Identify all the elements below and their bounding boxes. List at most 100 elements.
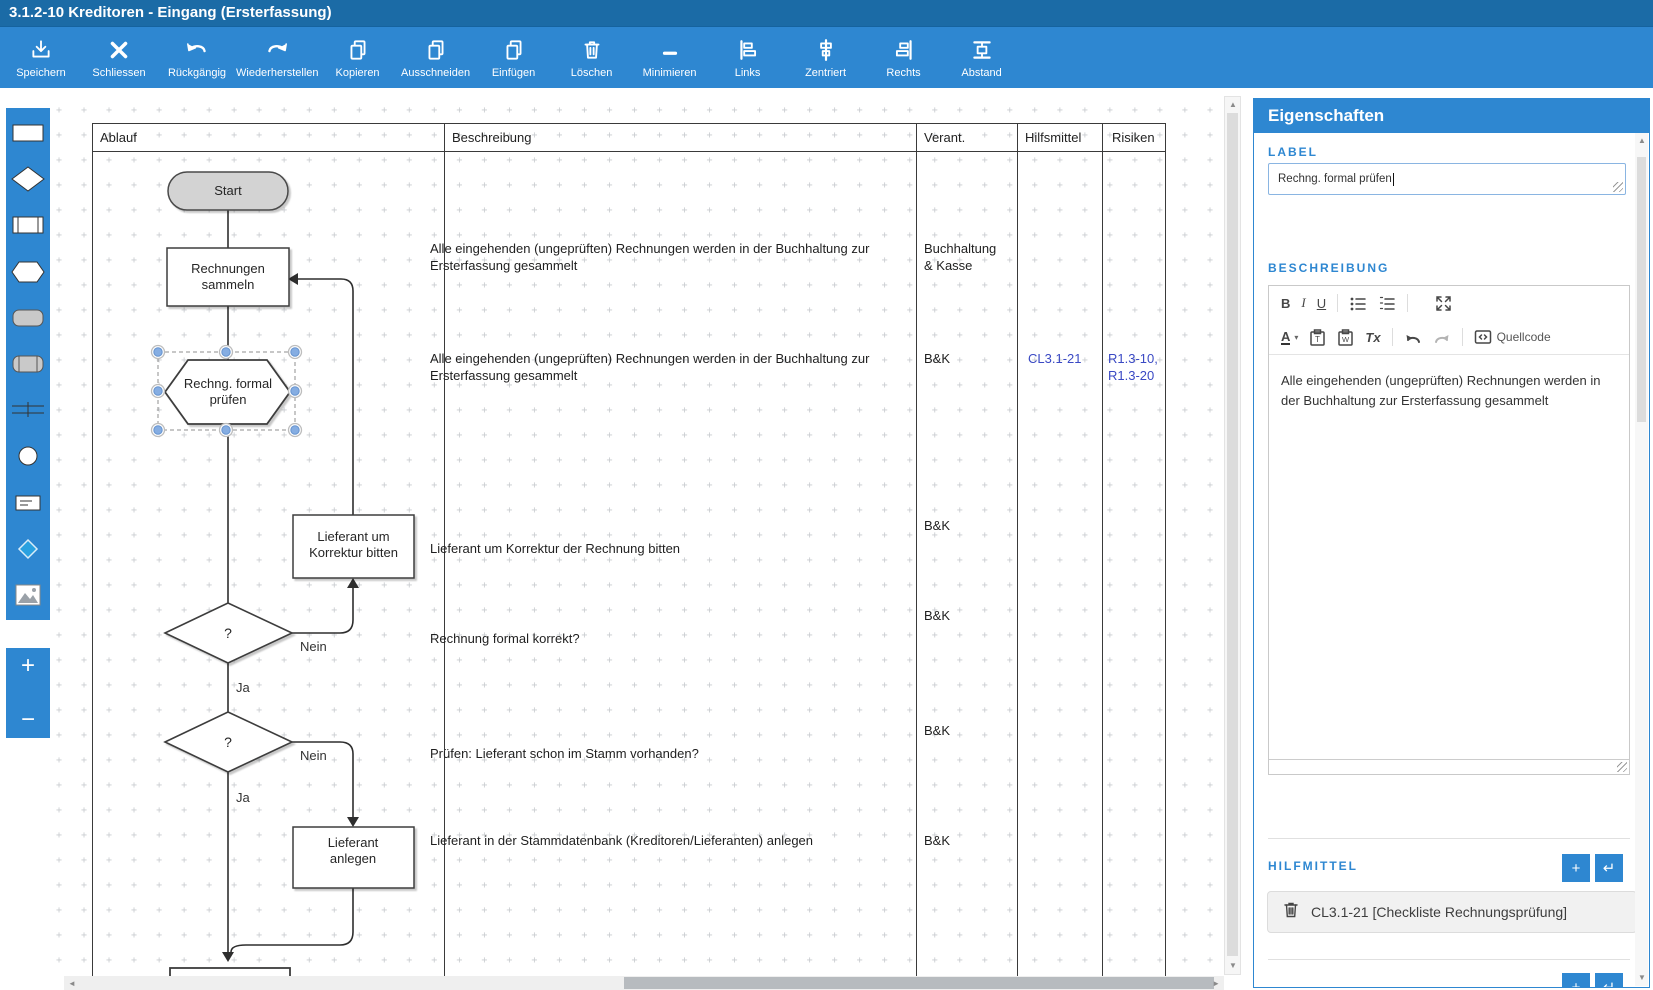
correct-node-label: Lieferant um Korrektur bitten bbox=[296, 529, 411, 561]
save-button[interactable]: Speichern bbox=[2, 30, 80, 86]
connector-nein-1[interactable] bbox=[292, 587, 353, 633]
paste-icon bbox=[502, 36, 526, 64]
underline-button[interactable]: U bbox=[1317, 296, 1326, 311]
scroll-right-icon[interactable]: ► bbox=[1212, 979, 1220, 989]
edge-label-nein-1: Nein bbox=[300, 639, 327, 654]
remove-format-button[interactable]: Tx bbox=[1365, 330, 1380, 345]
hilfsmittel-item[interactable]: CL3.1-21 [Checkliste Rechnungsprüfung] bbox=[1267, 891, 1637, 933]
next-section-assign-button[interactable]: ↵ bbox=[1595, 973, 1623, 988]
window-title: 3.1.2-10 Kreditoren - Eingang (Ersterfas… bbox=[0, 0, 1653, 26]
label-section-heading: LABEL bbox=[1268, 145, 1318, 159]
circle-tool-icon[interactable] bbox=[9, 441, 47, 471]
check-node-label: Rechng. formal prüfen bbox=[172, 376, 284, 408]
section-divider bbox=[1268, 838, 1630, 839]
hilfsmittel-add-button[interactable]: + bbox=[1562, 854, 1590, 882]
zoom-controls: + − bbox=[6, 648, 50, 738]
redo-button[interactable]: Wiederherstellen bbox=[236, 30, 319, 86]
scroll-up-icon[interactable]: ▲ bbox=[1638, 136, 1646, 146]
vertical-scrollbar-thumb[interactable] bbox=[1227, 113, 1238, 956]
copy-button[interactable]: Kopieren bbox=[319, 30, 397, 86]
parallel-lines-tool-icon[interactable] bbox=[9, 395, 47, 425]
align-right-button[interactable]: Rechts bbox=[865, 30, 943, 86]
numbered-list-icon[interactable] bbox=[1378, 295, 1396, 311]
label-input[interactable]: Rechng. formal prüfen bbox=[1268, 163, 1626, 195]
risiken-link[interactable]: R1.3-10, R1.3-20 bbox=[1108, 350, 1164, 384]
scroll-left-icon[interactable]: ◄ bbox=[68, 979, 76, 989]
color-dropdown-icon[interactable]: ▾ bbox=[1294, 333, 1298, 342]
rounded-predefined-tool-icon[interactable] bbox=[9, 349, 47, 379]
bullet-list-icon[interactable] bbox=[1349, 295, 1367, 311]
diamond-tool-icon[interactable] bbox=[9, 164, 47, 194]
zoom-in-button[interactable]: + bbox=[21, 654, 35, 678]
description-section-heading: BESCHREIBUNG bbox=[1268, 261, 1389, 275]
align-center-button[interactable]: Zentriert bbox=[787, 30, 865, 86]
image-tool-icon[interactable] bbox=[9, 580, 47, 610]
shape-palette bbox=[6, 108, 50, 620]
delete-button[interactable]: Löschen bbox=[553, 30, 631, 86]
hilfsmittel-assign-button[interactable]: ↵ bbox=[1595, 854, 1623, 882]
zoom-out-button[interactable]: − bbox=[21, 708, 35, 732]
scroll-up-icon[interactable]: ▲ bbox=[1229, 100, 1237, 110]
trash-icon bbox=[580, 36, 604, 64]
hexagon-tool-icon[interactable] bbox=[9, 257, 47, 287]
horizontal-scrollbar-thumb[interactable] bbox=[624, 977, 1214, 989]
row-verant: B&K bbox=[924, 607, 950, 624]
bold-button[interactable]: B bbox=[1281, 296, 1290, 311]
text-color-button[interactable]: A bbox=[1281, 330, 1290, 345]
scroll-down-icon[interactable]: ▼ bbox=[1638, 973, 1646, 983]
cut-button[interactable]: Ausschneiden bbox=[397, 30, 475, 86]
hilfsmittel-link[interactable]: CL3.1-21 bbox=[1028, 350, 1081, 367]
canvas-vertical-scrollbar[interactable]: ▲ ▼ bbox=[1224, 96, 1241, 975]
editor-undo-icon[interactable] bbox=[1404, 330, 1422, 345]
edge-label-ja-2: Ja bbox=[236, 790, 250, 805]
edge-label-nein-2: Nein bbox=[300, 748, 327, 763]
next-section-add-button[interactable]: + bbox=[1562, 973, 1590, 988]
paste-from-word-icon[interactable]: W bbox=[1337, 328, 1354, 346]
spacing-button[interactable]: Abstand bbox=[943, 30, 1021, 86]
arrowhead-up bbox=[347, 578, 359, 588]
connector-merge[interactable] bbox=[231, 888, 353, 952]
arrowhead-down bbox=[347, 817, 359, 827]
paste-plain-text-icon[interactable]: T bbox=[1309, 328, 1326, 346]
note-tool-icon[interactable] bbox=[9, 488, 47, 518]
save-icon bbox=[29, 36, 53, 64]
italic-button[interactable]: I bbox=[1301, 295, 1305, 311]
panel-scrollbar[interactable]: ▲ ▼ bbox=[1635, 133, 1648, 986]
create-node-label: Lieferant anlegen bbox=[313, 835, 393, 867]
start-node-label: Start bbox=[168, 183, 288, 199]
row-verant: Buchhaltung & Kasse bbox=[924, 240, 1008, 274]
scroll-down-icon[interactable]: ▼ bbox=[1229, 961, 1237, 971]
spacing-icon bbox=[970, 36, 994, 64]
align-left-button[interactable]: Links bbox=[709, 30, 787, 86]
toolbar-separator bbox=[1392, 328, 1393, 346]
close-button[interactable]: Schliessen bbox=[80, 30, 158, 86]
resize-grip-icon[interactable] bbox=[1613, 182, 1623, 192]
description-editor-content[interactable]: Alle eingehenden (ungeprüften) Rechnunge… bbox=[1269, 355, 1629, 427]
expand-icon[interactable] bbox=[1435, 295, 1452, 312]
cut-icon bbox=[424, 36, 448, 64]
diagram-canvas[interactable]: ++++++++++++++++++++++++++++++++++++++++… bbox=[50, 88, 1224, 976]
small-diamond-tool-icon[interactable] bbox=[9, 534, 47, 564]
toolbar-separator bbox=[1337, 294, 1338, 312]
item-trash-icon[interactable] bbox=[1283, 901, 1299, 923]
editor-redo-icon[interactable] bbox=[1433, 330, 1451, 345]
rounded-rectangle-tool-icon[interactable] bbox=[9, 303, 47, 333]
paste-button[interactable]: Einfügen bbox=[475, 30, 553, 86]
minimize-button[interactable]: Minimieren bbox=[631, 30, 709, 86]
main-toolbar: Speichern Schliessen Rückgängig Wiederhe… bbox=[0, 26, 1653, 88]
connector-feedback[interactable] bbox=[298, 279, 353, 515]
resize-grip-icon[interactable] bbox=[1617, 762, 1627, 772]
panel-scrollbar-thumb[interactable] bbox=[1637, 157, 1646, 422]
svg-text:T: T bbox=[1315, 335, 1320, 344]
predefined-process-tool-icon[interactable] bbox=[9, 210, 47, 240]
canvas-horizontal-scrollbar[interactable]: ◄ ► bbox=[64, 976, 1224, 990]
row-verant: B&K bbox=[924, 517, 950, 534]
rectangle-tool-icon[interactable] bbox=[9, 118, 47, 148]
description-editor[interactable]: B I U A ▾ T W Tx Qu bbox=[1268, 285, 1630, 775]
redo-icon bbox=[264, 36, 290, 64]
next-node-partial[interactable] bbox=[170, 968, 290, 976]
row-beschreibung: Prüfen: Lieferant schon im Stamm vorhand… bbox=[430, 745, 888, 762]
source-code-button[interactable]: Quellcode bbox=[1474, 329, 1551, 345]
row-verant: B&K bbox=[924, 722, 950, 739]
undo-button[interactable]: Rückgängig bbox=[158, 30, 236, 86]
